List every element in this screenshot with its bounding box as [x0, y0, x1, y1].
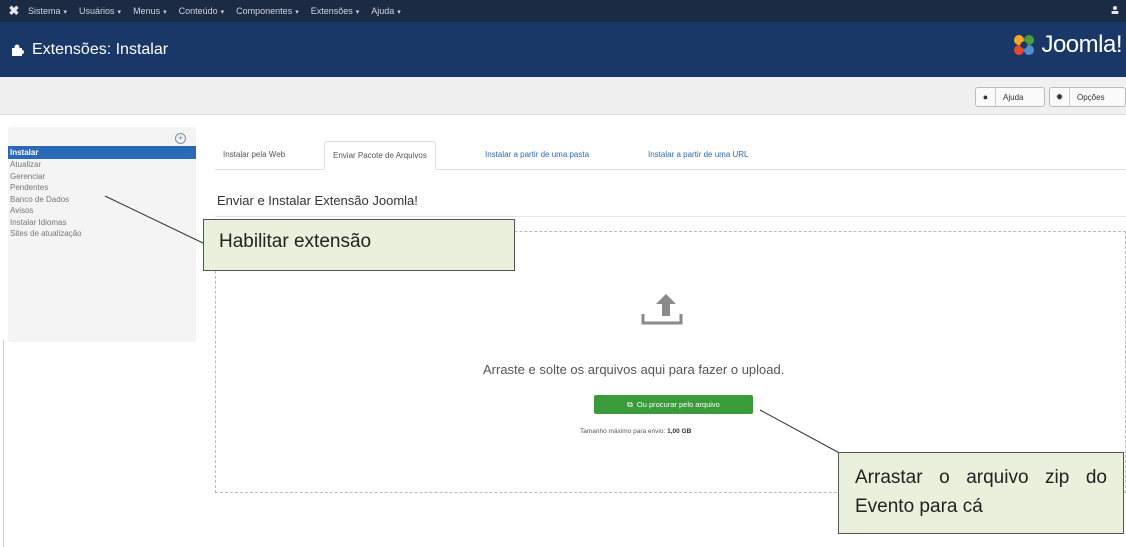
menu-label: Conteúdo — [178, 6, 218, 16]
menu-label: Ajuda — [371, 6, 395, 16]
caret-down-icon: ▾ — [63, 9, 68, 16]
options-button[interactable]: ✹ Opções — [1049, 87, 1126, 107]
caret-down-icon: ▾ — [117, 9, 122, 16]
help-button[interactable]: ● Ajuda — [975, 87, 1045, 107]
page-header: Extensões: Instalar Joomla! — [0, 22, 1126, 77]
gear-icon: ✹ — [1050, 88, 1070, 106]
caret-down-icon: ▾ — [355, 9, 360, 16]
menu-label: Usuários — [79, 6, 115, 16]
menu-sistema[interactable]: Sistema ▾ — [28, 6, 67, 16]
menu-extensoes[interactable]: Extensões ▾ — [311, 6, 360, 16]
sidebar-item-instalar-idiomas[interactable]: Instalar Idiomas — [8, 217, 196, 229]
sidebar-item-banco-de-dados[interactable]: Banco de Dados — [8, 194, 196, 206]
section-title: Enviar e Instalar Extensão Joomla! — [217, 193, 418, 208]
toolbar: ● Ajuda ✹ Opções — [0, 77, 1126, 115]
page-title: Extensões: Instalar — [32, 40, 169, 58]
tab-instalar-pela-web[interactable]: Instalar pela Web — [215, 141, 293, 170]
caret-down-icon: ▾ — [163, 9, 167, 16]
help-label: Ajuda — [1003, 92, 1024, 102]
menu-ajuda[interactable]: Ajuda ▾ — [371, 6, 401, 16]
tab-instalar-url[interactable]: Instalar a partir de uma URL — [640, 141, 757, 170]
menu-menus[interactable]: Menus ▾ — [133, 6, 167, 16]
options-label: Opções — [1077, 92, 1105, 102]
sidebar-item-gerenciar[interactable]: Gerenciar — [8, 171, 196, 183]
sidebar: + Instalar Atualizar Gerenciar Pendentes… — [8, 127, 196, 342]
sidebar-item-atualizar[interactable]: Atualizar — [8, 159, 196, 171]
divider — [215, 216, 1126, 217]
sidebar-item-sites-de-atualizacao[interactable]: Sites de atualização — [8, 228, 196, 240]
joomla-logo-icon — [1014, 35, 1035, 55]
tab-instalar-pasta[interactable]: Instalar a partir de uma pasta — [477, 141, 597, 170]
menu-label: Sistema — [28, 6, 61, 16]
tab-enviar-pacote[interactable]: Enviar Pacote de Arquivos — [324, 141, 436, 170]
brand-text: Joomla! — [1041, 31, 1122, 58]
sidebar-item-avisos[interactable]: Avisos — [8, 205, 196, 217]
sidebar-item-pendentes[interactable]: Pendentes — [8, 182, 196, 194]
joomla-menu-icon[interactable]: ✖ — [0, 3, 28, 19]
drop-text: Arraste e solte os arquivos aqui para fa… — [483, 362, 785, 377]
menu-label: Extensões — [310, 6, 353, 16]
caret-down-icon: ▾ — [295, 9, 299, 16]
top-menu: Sistema ▾ Usuários ▾ Menus ▾ Conteúdo ▾ Comp… — [28, 6, 413, 16]
sidebar-toggle-icon[interactable]: + — [175, 133, 186, 144]
menu-label: Componentes — [236, 6, 293, 16]
max-upload-size: Tamanho máximo para envio: 1,00 GB — [580, 428, 691, 435]
callout-enable-extension: Habilitar extensão — [203, 219, 515, 271]
question-icon: ● — [976, 88, 996, 106]
menu-label: Menus — [133, 6, 161, 16]
max-size-value: 1,00 GB — [667, 428, 692, 435]
menu-conteudo[interactable]: Conteúdo ▾ — [179, 6, 225, 16]
menu-usuarios[interactable]: Usuários ▾ — [79, 6, 121, 16]
copy-icon: ⧉ — [627, 399, 633, 409]
browse-label: Ou procurar pelo arquivo — [636, 400, 720, 409]
menu-componentes[interactable]: Componentes ▾ — [236, 6, 299, 16]
caret-down-icon: ▾ — [220, 9, 225, 16]
caret-down-icon: ▾ — [397, 9, 401, 16]
sidebar-item-instalar[interactable]: Instalar — [8, 146, 196, 159]
install-tabs: Instalar pela Web Enviar Pacote de Arqui… — [215, 141, 1126, 170]
top-menu-bar: ✖ Sistema ▾ Usuários ▾ Menus ▾ Conteúdo ▾ Co… — [0, 0, 1126, 22]
callout-drag-zip-text: Arrastar o arquivo zip do Evento para cá — [855, 467, 1107, 517]
upload-icon — [641, 294, 683, 325]
puzzle-icon — [12, 44, 24, 56]
browse-file-button[interactable]: ⧉ Ou procurar pelo arquivo — [594, 395, 753, 414]
divider — [3, 340, 4, 547]
callout-drag-zip: Arrastar o arquivo zip do Evento para cá — [838, 452, 1124, 534]
user-icon[interactable] — [1110, 5, 1120, 17]
max-size-label: Tamanho máximo para envio: — [580, 428, 666, 435]
joomla-logo: Joomla! — [1011, 31, 1122, 59]
